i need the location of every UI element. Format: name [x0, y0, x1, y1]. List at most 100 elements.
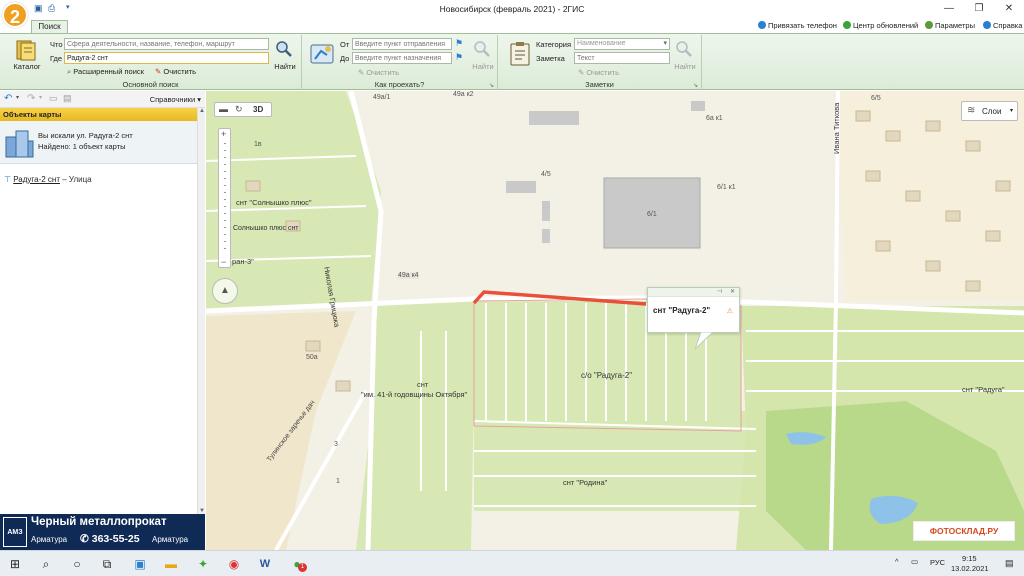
group-route: От До ⚑ ⚑ Найти ✎ Очистить Как проехать?…: [302, 35, 498, 90]
map-label: 6/1 к1: [717, 184, 736, 191]
popup-close-icon[interactable]: ✕: [730, 288, 735, 295]
from-pin-icon[interactable]: ⚑: [455, 38, 463, 49]
note-input[interactable]: [574, 52, 670, 64]
layers-button[interactable]: ≋ Слои ▾: [961, 101, 1018, 121]
cortana-icon[interactable]: ○: [68, 555, 86, 573]
word-icon[interactable]: W: [256, 555, 274, 573]
ad-banner[interactable]: АМЗ Черный металлопрокат Арматура ✆ 363-…: [0, 514, 205, 550]
result-item[interactable]: ⊤ Радуга-2 снт – Улица: [0, 175, 197, 189]
phone-icon: [758, 21, 766, 29]
to-input[interactable]: [352, 52, 452, 64]
search-summary: Вы искали ул. Радуга-2 снт Найдено: 1 об…: [0, 121, 197, 164]
left-panel-scrollbar[interactable]: ▲ ▼: [197, 108, 205, 514]
link-bind-phone[interactable]: Привязать телефон: [758, 21, 837, 30]
ad-title: Черный металлопрокат: [31, 516, 167, 528]
notes-search-icon: [676, 41, 692, 57]
compass-icon[interactable]: ▲: [212, 278, 238, 304]
what-input[interactable]: [64, 38, 269, 50]
back-icon[interactable]: ↶: [4, 93, 12, 104]
language-indicator[interactable]: РУС: [930, 558, 945, 567]
link-help[interactable]: Справка: [983, 21, 1022, 30]
restore-button[interactable]: ❐: [964, 0, 994, 18]
map-label: 6/1: [647, 211, 657, 218]
group-label-route: Как проехать?: [374, 80, 425, 89]
windows-start-icon[interactable]: ⊞: [6, 555, 24, 573]
ad-phone: ✆ 363-55-25: [80, 533, 140, 545]
clock-time[interactable]: 9:15: [962, 554, 977, 563]
popup-pin-icon[interactable]: ⊣: [717, 288, 722, 295]
map-label: с/о "Радуга-2": [581, 371, 633, 380]
clock-date[interactable]: 13.02.2021: [951, 564, 989, 573]
result-link[interactable]: Радуга-2 снт: [13, 175, 60, 184]
task-view-icon[interactable]: ⧉: [98, 555, 116, 573]
map-label: 49а к4: [398, 272, 419, 279]
network-icon[interactable]: ▭: [911, 557, 918, 566]
map-label: снт: [417, 380, 429, 389]
advanced-search-link[interactable]: ⌕ Расширенный поиск: [67, 67, 144, 77]
photo-app-icon[interactable]: ▣: [131, 555, 149, 573]
print-panel-icon[interactable]: ▭: [49, 93, 58, 104]
notes-expand-icon[interactable]: ↘: [693, 82, 698, 89]
catalog-button[interactable]: Каталог: [8, 62, 46, 71]
forward-menu-icon[interactable]: ▾: [39, 94, 42, 101]
map-popup[interactable]: ⊣ ✕ снт "Радуга-2" ⚠: [647, 287, 740, 333]
zoom-slider[interactable]: + −: [218, 128, 231, 268]
map-graphics: [206, 91, 1024, 550]
popup-title: снт "Радуга-2": [653, 306, 711, 315]
close-button[interactable]: ✕: [994, 0, 1024, 18]
back-menu-icon[interactable]: ▾: [16, 94, 19, 101]
popup-titlebar: ⊣ ✕: [648, 288, 739, 297]
category-label: Категория: [536, 40, 572, 49]
group-expand-icon[interactable]: ↘: [489, 82, 494, 89]
notes-clear-link[interactable]: ✎ Очистить: [578, 68, 619, 77]
link-settings[interactable]: Параметры: [925, 21, 975, 30]
warning-icon[interactable]: ⚠: [727, 307, 733, 315]
map-toolbar: ▬ ↻ 3D: [214, 102, 272, 117]
minimize-button[interactable]: —: [934, 0, 964, 18]
forward-icon[interactable]: ↷: [27, 93, 35, 104]
layers-icon: ≋: [967, 105, 976, 116]
what-label: Что: [50, 40, 63, 49]
refresh-icon: [843, 21, 851, 29]
map-label: Солнышко плюс снт: [233, 225, 299, 232]
map-canvas[interactable]: 49а/1 49а к2 6а к1 6/5 4/5 6/1 6/1 к1 сн…: [206, 91, 1024, 550]
ruler-icon[interactable]: ▬: [219, 104, 228, 114]
copy-panel-icon[interactable]: ▤: [63, 93, 72, 104]
tab-search[interactable]: Поиск: [31, 20, 68, 34]
chrome-icon[interactable]: ◉: [225, 555, 243, 573]
buildings-icon: [5, 130, 34, 158]
view-3d-button[interactable]: 3D: [253, 105, 263, 114]
route-find-button[interactable]: Найти: [468, 62, 498, 71]
app-green-icon[interactable]: ✦: [194, 555, 212, 573]
to-pin-icon[interactable]: ⚑: [455, 52, 463, 63]
search-icon: [276, 41, 292, 57]
watermark-logo: ФОТОСКЛАД.РУ: [913, 521, 1015, 541]
scroll-up-icon[interactable]: ▲: [199, 108, 205, 114]
left-panel-toolbar: ↶ ▾ ↷ ▾ ▭ ▤ Справочники ▾: [0, 91, 205, 108]
zoom-track: [224, 143, 226, 253]
notifications-icon[interactable]: ▤: [1005, 558, 1014, 569]
from-input[interactable]: [352, 38, 452, 50]
category-select[interactable]: Наименование ▾: [574, 38, 670, 50]
link-updates[interactable]: Центр обновлений: [843, 21, 918, 30]
group-notes: Категория Наименование▾ Заметка Найти ✎ …: [498, 35, 702, 90]
directories-dropdown[interactable]: Справочники ▾: [150, 95, 201, 104]
find-button[interactable]: Найти: [270, 62, 300, 71]
group-label-main-search: Основной поиск: [122, 80, 179, 89]
notes-find-button[interactable]: Найти: [670, 62, 700, 71]
route-clear-link[interactable]: ✎ Очистить: [358, 68, 399, 77]
help-icon: [983, 21, 991, 29]
map-label: 49а к2: [453, 91, 474, 98]
app-window: 2 ▣ ⎙ ▾ Новосибирск (февраль 2021) - 2ГИ…: [0, 0, 1024, 576]
where-input[interactable]: [64, 52, 269, 64]
clear-search-link[interactable]: ✎ Очистить: [155, 67, 196, 76]
zoom-out-icon[interactable]: −: [221, 257, 226, 267]
map-label: снт "Солнышко плюс": [236, 198, 312, 207]
to-label: До: [340, 54, 350, 63]
tray-chevron-icon[interactable]: ^: [895, 557, 899, 566]
zoom-in-icon[interactable]: +: [221, 129, 226, 139]
file-explorer-icon[interactable]: ▬: [162, 555, 180, 573]
app-logo-icon[interactable]: 2: [2, 2, 28, 28]
rotate-icon[interactable]: ↻: [235, 104, 243, 115]
search-taskbar-icon[interactable]: ⌕: [37, 555, 55, 573]
